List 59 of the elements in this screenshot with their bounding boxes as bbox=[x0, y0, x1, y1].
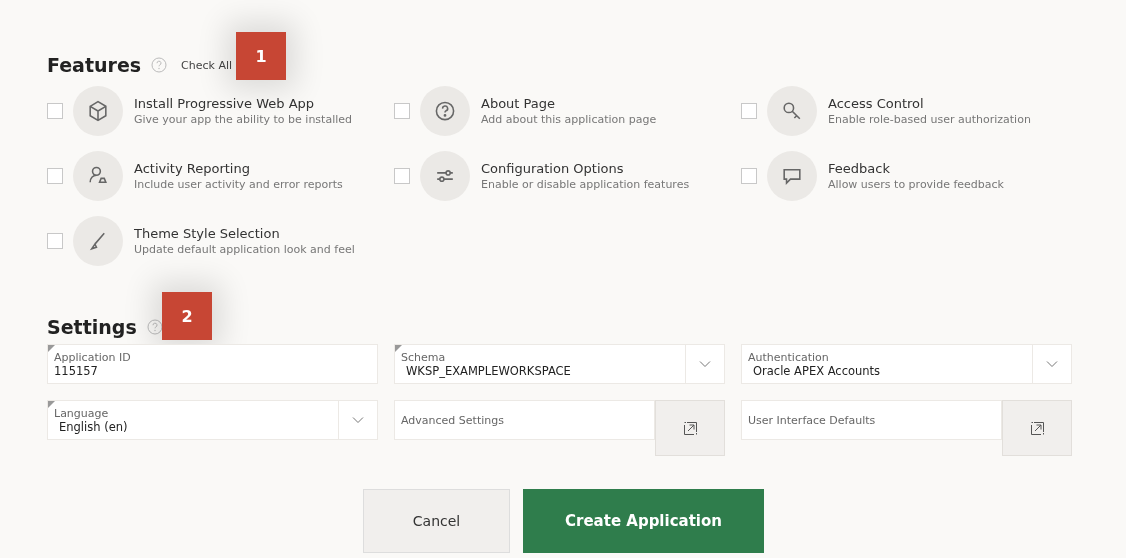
open-dialog-button[interactable] bbox=[655, 400, 725, 456]
feature-description: Add about this application page bbox=[481, 113, 657, 126]
feature-title: Activity Reporting bbox=[134, 161, 251, 176]
feature-description: Enable or disable application features bbox=[481, 178, 690, 191]
section-heading: Features bbox=[47, 54, 142, 76]
field-value: English (en) bbox=[58, 419, 129, 434]
checkbox[interactable] bbox=[741, 103, 757, 119]
checkbox[interactable] bbox=[741, 168, 757, 184]
user-icon bbox=[73, 151, 123, 201]
feature-title: Theme Style Selection bbox=[134, 226, 281, 241]
create-button[interactable]: Create Application bbox=[523, 489, 764, 553]
section-heading: Settings bbox=[47, 316, 137, 338]
key-icon bbox=[767, 86, 817, 136]
checkbox[interactable] bbox=[47, 103, 63, 119]
field-value: WKSP_EXAMPLEWORKSPACE bbox=[405, 363, 572, 378]
feature-title: Configuration Options bbox=[481, 161, 625, 176]
field-value: Oracle APEX Accounts bbox=[752, 363, 882, 378]
brush-icon bbox=[73, 216, 123, 266]
sliders-icon bbox=[420, 151, 470, 201]
chevron-down-icon bbox=[1046, 360, 1058, 368]
input-field[interactable]: Application ID 115157 bbox=[47, 344, 378, 384]
chat-bubble-icon bbox=[767, 151, 817, 201]
field-value: 115157 bbox=[54, 363, 99, 378]
feature-title: About Page bbox=[481, 96, 557, 111]
cube-icon bbox=[73, 86, 123, 136]
feature-description: Include user activity and error reports bbox=[134, 178, 343, 191]
field-label: Schema bbox=[401, 350, 447, 364]
field-label: Advanced Settings bbox=[401, 413, 504, 427]
feature-title: Feedback bbox=[828, 161, 891, 176]
check-all-button[interactable]: Check All bbox=[177, 58, 233, 72]
chevron-down-icon bbox=[699, 360, 711, 368]
checkbox[interactable] bbox=[394, 103, 410, 119]
feature-description: Give your app the ability to be installed bbox=[134, 113, 352, 126]
feature-title: Install Progressive Web App bbox=[134, 96, 316, 111]
select-field[interactable]: Language English (en) bbox=[47, 400, 378, 440]
field-label: User Interface Defaults bbox=[748, 413, 876, 427]
checkbox[interactable] bbox=[47, 233, 63, 249]
feature-description: Enable role-based user authorization bbox=[828, 113, 1031, 126]
select-field[interactable]: Authentication Oracle APEX Accounts bbox=[741, 344, 1072, 384]
feature-description: Allow users to provide feedback bbox=[828, 178, 1004, 191]
help-icon bbox=[420, 86, 470, 136]
feature-title: Access Control bbox=[828, 96, 925, 111]
chevron-down-icon bbox=[352, 416, 364, 424]
field-label: Application ID bbox=[54, 350, 132, 364]
callout-badge: 2 bbox=[162, 292, 212, 340]
feature-description: Update default application look and feel bbox=[134, 243, 355, 256]
callout-badge: 1 bbox=[236, 32, 286, 80]
field-label: Language bbox=[54, 406, 110, 420]
popup-field[interactable]: Advanced Settings bbox=[394, 400, 655, 440]
help-icon[interactable] bbox=[146, 319, 163, 335]
field-label: Authentication bbox=[748, 350, 830, 364]
open-dialog-icon bbox=[1029, 420, 1045, 436]
checkbox[interactable] bbox=[47, 168, 63, 184]
checkbox[interactable] bbox=[394, 168, 410, 184]
open-dialog-button[interactable] bbox=[1002, 400, 1072, 456]
open-dialog-icon bbox=[682, 420, 698, 436]
cancel-button[interactable]: Cancel bbox=[363, 489, 510, 553]
select-field[interactable]: Schema WKSP_EXAMPLEWORKSPACE bbox=[394, 344, 725, 384]
popup-field[interactable]: User Interface Defaults bbox=[741, 400, 1002, 440]
